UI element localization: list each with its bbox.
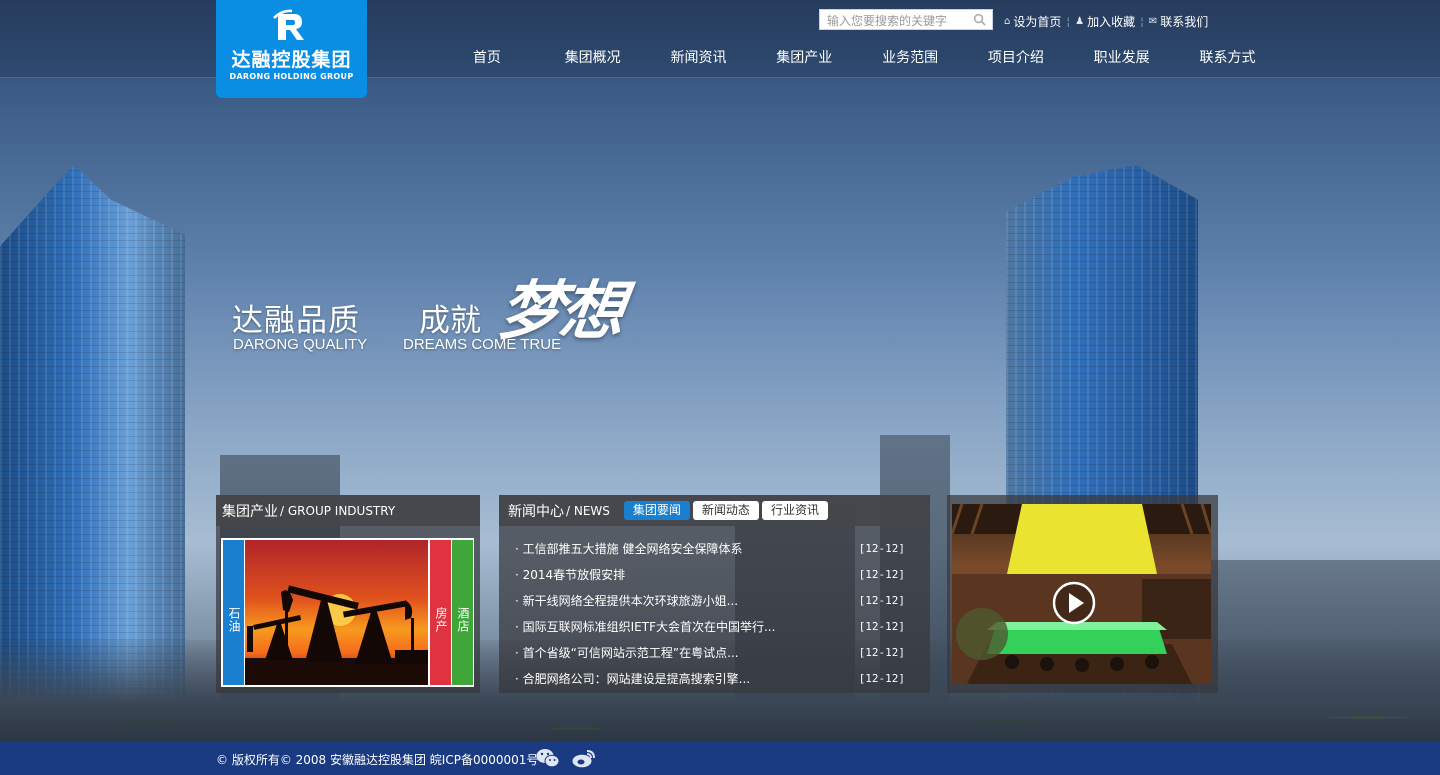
site-header: 达融控股集团 DARONG HOLDING GROUP ⌂ 设为首页 ¦ ♟ 加… — [0, 0, 1440, 98]
video-player[interactable] — [952, 504, 1211, 684]
panel-title: 新闻中心 / NEWS 集团要闻 新闻动态 行业资讯 — [499, 495, 930, 526]
top-links: ⌂ 设为首页 ¦ ♟ 加入收藏 ¦ ✉ 联系我们 — [1004, 12, 1208, 30]
news-item-date: [12-12] — [858, 593, 905, 607]
nav-item-news[interactable]: 新闻资讯 — [646, 48, 752, 68]
slogan-dreams-en: DREAMS COME TRUE — [403, 336, 562, 353]
logo-name-cn: 达融控股集团 — [231, 49, 352, 71]
nav-item-business[interactable]: 业务范围 — [857, 48, 963, 68]
group-industry-panel: 集团产业 / GROUP INDUSTRY 石油 房产 酒店 — [216, 495, 480, 693]
nav-item-careers[interactable]: 职业发展 — [1069, 48, 1175, 68]
oil-pumpjack-image — [245, 540, 428, 685]
news-item-title: · 首个省级“可信网站示范工程”在粤试点... — [515, 645, 739, 660]
industry-tab-hotel[interactable]: 酒店 — [452, 540, 473, 685]
site-footer: © 版权所有© 2008 安徽融达控股集团 皖ICP备0000001号 — [0, 741, 1440, 775]
news-item-title: · 国际互联网标准组织IETF大会首次在中国举行... — [515, 619, 776, 634]
news-title-cn: 新闻中心 — [508, 503, 564, 520]
news-item-title: · 2014春节放假安排 — [515, 567, 626, 582]
panel-title: 集团产业 / GROUP INDUSTRY — [216, 495, 480, 526]
slogan-achieve-cn: 成就 — [419, 303, 481, 339]
logo-mark-icon — [272, 6, 312, 46]
industry-gallery: 石油 房产 酒店 — [221, 538, 474, 687]
news-tabs: 集团要闻 新闻动态 行业资讯 — [623, 501, 831, 520]
weibo-icon[interactable] — [572, 748, 596, 768]
news-item-title: · 新干线网络全程提供本次环球旅游小姐... — [515, 593, 739, 608]
home-icon: ⌂ — [1004, 15, 1011, 27]
bookmark-icon: ♟ — [1075, 15, 1085, 27]
search-box — [819, 9, 993, 31]
news-item[interactable]: · 合肥网络公司：网站建设是提高搜索引擎... [12-12] — [515, 665, 905, 691]
search-icon[interactable] — [973, 13, 986, 26]
news-item[interactable]: · 2014春节放假安排 [12-12] — [515, 561, 905, 587]
news-item[interactable]: · 工信部推五大措施 健全网络安全保障体系 [12-12] — [515, 535, 905, 561]
tab-group-news[interactable]: 集团要闻 — [623, 501, 690, 520]
divider: ¦ — [1140, 14, 1144, 28]
news-item-title: · 合肥网络公司：网站建设是提高搜索引擎... — [515, 671, 751, 686]
tab-industry-news[interactable]: 行业资讯 — [761, 501, 828, 520]
copyright-text: © 版权所有© 2008 安徽融达控股集团 皖ICP备0000001号 — [216, 753, 539, 767]
news-item[interactable]: · 国际互联网标准组织IETF大会首次在中国举行... [12-12] — [515, 613, 905, 639]
news-item-date: [12-12] — [858, 567, 905, 581]
news-item[interactable]: · 首个省级“可信网站示范工程”在粤试点... [12-12] — [515, 639, 905, 665]
news-center-panel: 新闻中心 / NEWS 集团要闻 新闻动态 行业资讯 · 工信部推五大措施 健全… — [499, 495, 930, 693]
news-item-date: [12-12] — [858, 671, 905, 685]
nav-item-home[interactable]: 首页 — [434, 48, 540, 68]
search-input[interactable] — [820, 11, 970, 31]
video-panel — [947, 495, 1218, 693]
add-favorite-label: 加入收藏 — [1087, 14, 1136, 29]
nav-item-industry[interactable]: 集团产业 — [751, 48, 857, 68]
nav-item-projects[interactable]: 项目介绍 — [963, 48, 1069, 68]
news-item-date: [12-12] — [858, 619, 905, 633]
main-nav: 首页 集团概况 新闻资讯 集团产业 业务范围 项目介绍 职业发展 联系方式 — [434, 48, 1280, 68]
news-item-date: [12-12] — [858, 541, 905, 555]
wechat-icon[interactable] — [536, 748, 560, 768]
play-icon[interactable] — [1051, 580, 1097, 626]
contact-us-link[interactable]: ✉ 联系我们 — [1149, 13, 1208, 30]
news-title-en: / NEWS — [566, 503, 610, 518]
site-logo[interactable]: 达融控股集团 DARONG HOLDING GROUP — [216, 0, 367, 98]
set-homepage-link[interactable]: ⌂ 设为首页 — [1004, 13, 1061, 30]
slogan-quality-en: DARONG QUALITY — [233, 336, 368, 353]
logo-name-en: DARONG HOLDING GROUP — [229, 72, 354, 81]
background-trees — [0, 690, 1440, 745]
industry-title-cn: 集团产业 — [222, 503, 278, 520]
slogan-quality-cn: 达融品质 — [232, 303, 360, 339]
tab-news-updates[interactable]: 新闻动态 — [692, 501, 759, 520]
nav-item-overview[interactable]: 集团概况 — [540, 48, 646, 68]
divider: ¦ — [1066, 14, 1071, 28]
news-list: · 工信部推五大措施 健全网络安全保障体系 [12-12] · 2014春节放假… — [515, 535, 905, 691]
industry-title-en: / GROUP INDUSTRY — [280, 503, 396, 518]
news-item[interactable]: · 新干线网络全程提供本次环球旅游小姐... [12-12] — [515, 587, 905, 613]
add-favorite-link[interactable]: ♟ 加入收藏 — [1075, 13, 1135, 30]
mail-icon: ✉ — [1148, 15, 1158, 27]
nav-item-contact[interactable]: 联系方式 — [1175, 48, 1281, 68]
industry-tab-oil[interactable]: 石油 — [223, 540, 244, 685]
contact-us-label: 联系我们 — [1160, 14, 1209, 29]
news-item-date: [12-12] — [858, 645, 905, 659]
industry-tab-realestate[interactable]: 房产 — [430, 540, 451, 685]
set-homepage-label: 设为首页 — [1013, 14, 1062, 29]
news-item-title: · 工信部推五大措施 健全网络安全保障体系 — [515, 541, 743, 556]
